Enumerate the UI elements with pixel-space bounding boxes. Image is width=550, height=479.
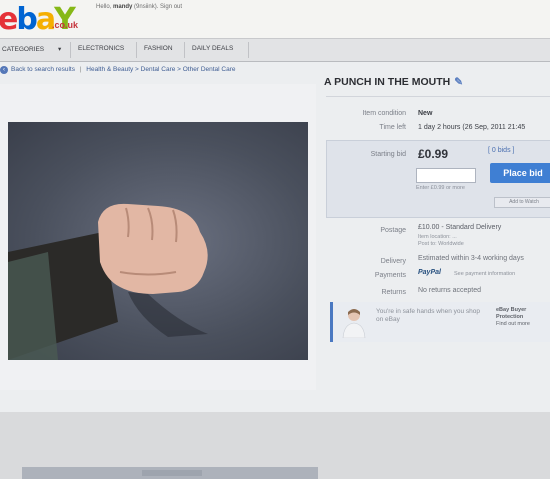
postage-label: Postage	[380, 227, 406, 234]
breadcrumb: ‹ Back to search results | Health & Beaut…	[0, 66, 236, 74]
logo-domain: .co.uk	[52, 20, 79, 30]
bids-count-link[interactable]: [ 0 bids ]	[488, 147, 514, 154]
username[interactable]: mandy	[113, 4, 132, 10]
condition-value: New	[418, 110, 433, 117]
nav-divider	[184, 42, 185, 58]
returns-label: Returns	[381, 289, 406, 296]
payment-info-link[interactable]: See payment information	[454, 271, 515, 277]
page: ebaY .co.uk Hello, mandy (9nsiink). Sign…	[0, 0, 550, 479]
time-left-value: 1 day 2 hours (26 Sep, 2011 21:45	[418, 124, 526, 131]
nav-categories-label: Categories	[2, 46, 45, 53]
breadcrumb-path[interactable]: Health & Beauty > Dental Care > Other De…	[86, 66, 235, 73]
item-photo[interactable]	[8, 122, 308, 360]
header: ebaY .co.uk Hello, mandy (9nsiink). Sign…	[0, 0, 550, 38]
pencil-icon[interactable]: ✎	[454, 76, 463, 88]
place-bid-button[interactable]: Place bid	[490, 163, 550, 183]
starting-bid-price: £0.99	[418, 147, 449, 161]
bid-hint: Enter £0.99 or more	[416, 185, 465, 191]
starting-bid-label: Starting bid	[370, 151, 406, 158]
promo-text: You're in safe hands when you shop on eB…	[376, 308, 480, 323]
postage-to: Post to: Worldwide	[418, 241, 464, 247]
nav-electronics[interactable]: Electronics	[78, 45, 124, 52]
logo-e: e	[0, 2, 18, 37]
listing-title-text: A PUNCH IN THE MOUTH	[324, 76, 451, 88]
find-out-more-link[interactable]: Find out more	[496, 321, 550, 328]
postage-location: Item location: ...	[418, 234, 457, 240]
paypal-logo: PayPal	[418, 269, 441, 276]
back-to-results-link[interactable]: Back to search results	[11, 66, 75, 73]
image-panel	[0, 84, 318, 479]
greeting: Hello, mandy (9nsiink). Sign out	[96, 4, 182, 10]
breadcrumb-separator: |	[79, 66, 82, 73]
returns-value: No returns accepted	[418, 287, 482, 294]
listing-title: A PUNCH IN THE MOUTH ✎	[324, 76, 463, 88]
person-icon	[342, 309, 366, 339]
logo-b: b	[16, 2, 38, 37]
greeting-suffix[interactable]: (9nsiink). Sign out	[134, 4, 182, 10]
buyer-protection-title: eBay Buyer Protection	[496, 307, 527, 320]
time-left-label: Time left	[379, 124, 406, 131]
delivery-label: Delivery	[380, 258, 406, 265]
condition-label: Item condition	[362, 110, 406, 117]
promo-right: eBay Buyer Protection Find out more	[496, 307, 550, 328]
avatar	[340, 306, 368, 339]
category-nav: Categories ▾ Electronics Fashion Daily d…	[0, 38, 550, 62]
nav-divider	[70, 42, 71, 58]
divider	[326, 96, 550, 97]
postage-value: £10.00 - Standard Delivery	[418, 224, 502, 231]
bid-amount-input[interactable]	[416, 168, 476, 183]
nav-divider	[136, 42, 137, 58]
nav-fashion[interactable]: Fashion	[144, 45, 173, 52]
add-to-watch-button[interactable]: Add to Watch	[494, 197, 550, 208]
chevron-down-icon: ▾	[57, 46, 62, 53]
greeting-prefix: Hello,	[96, 4, 112, 10]
image-scrollbar[interactable]	[22, 467, 318, 479]
nav-daily-deals[interactable]: Daily deals	[192, 45, 233, 52]
payments-label: Payments	[374, 272, 406, 279]
delivery-value: Estimated within 3-4 working days	[418, 255, 524, 262]
back-arrow-icon[interactable]: ‹	[0, 66, 8, 74]
scrollbar-thumb[interactable]	[142, 470, 202, 476]
nav-categories[interactable]: Categories ▾	[2, 45, 61, 53]
fist-image	[8, 203, 208, 360]
nav-divider	[248, 42, 249, 58]
